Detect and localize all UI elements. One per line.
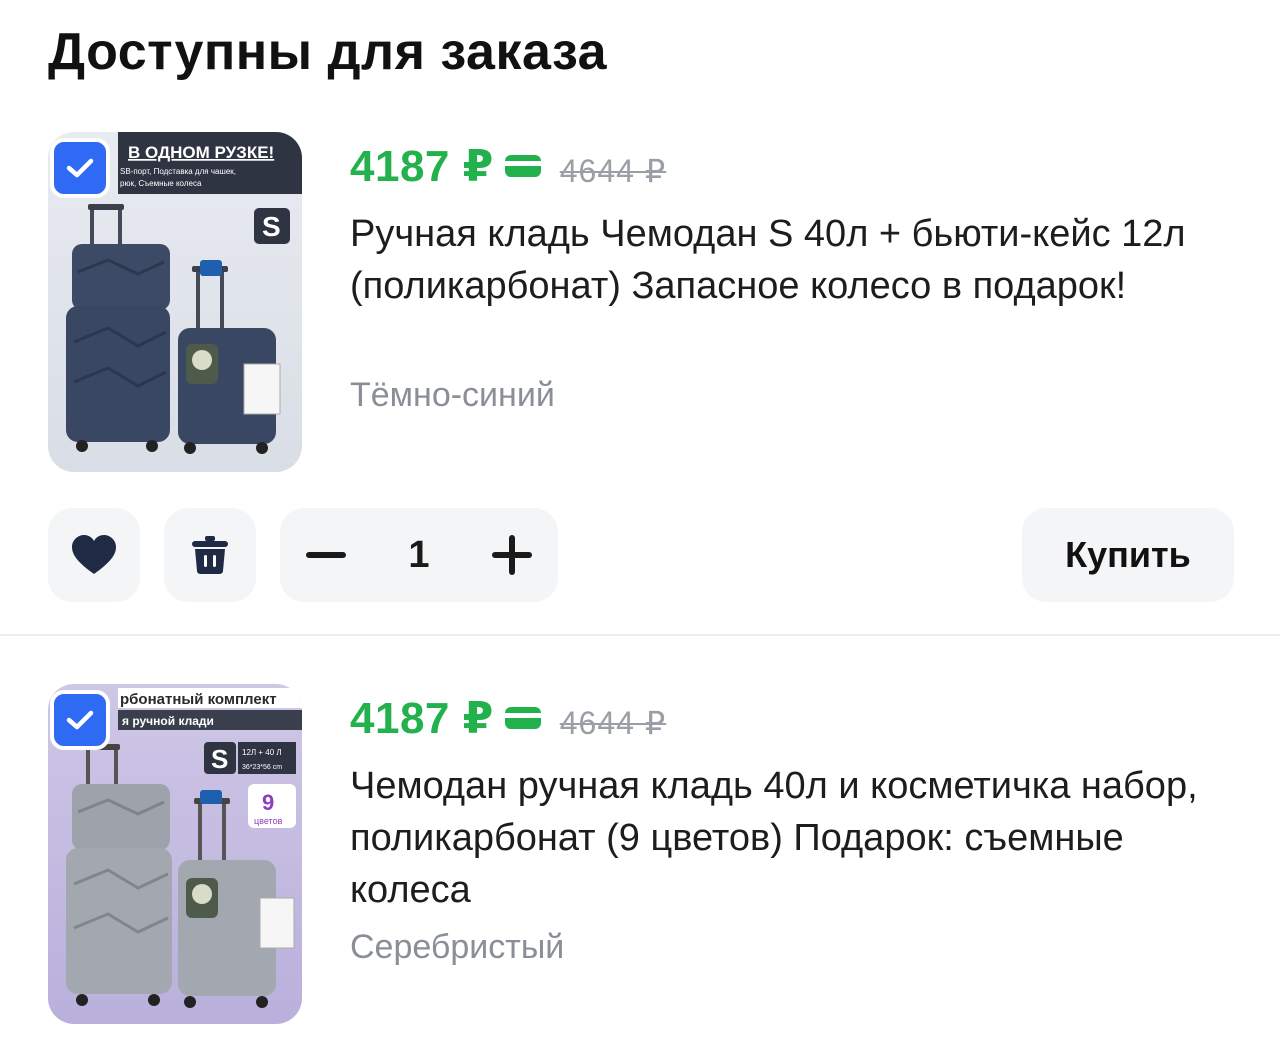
favorite-button[interactable] xyxy=(48,508,140,602)
select-checkbox[interactable] xyxy=(50,690,110,750)
price: 4187 ₽ xyxy=(350,141,494,191)
product-name[interactable]: Ручная кладь Чемодан S 40л + бьюти-кейс … xyxy=(350,208,1230,312)
image-colors-count: 9 xyxy=(262,790,274,815)
item-actions: 1 Купить xyxy=(0,508,1280,602)
checkmark-icon xyxy=(66,710,94,730)
price-row: 4187 ₽ 4644 ₽ xyxy=(350,140,666,192)
image-colors-word: цветов xyxy=(254,816,283,826)
plus-icon[interactable] xyxy=(491,535,532,575)
quantity-value: 1 xyxy=(408,533,430,576)
trash-icon xyxy=(192,536,228,574)
product-name[interactable]: Чемодан ручная кладь 40л и косметичка на… xyxy=(350,760,1230,916)
image-banner-title: В ОДНОМ РУЗКЕ! xyxy=(128,143,274,162)
product-color: Тёмно-синий xyxy=(350,376,555,414)
page-title: Доступны для заказа xyxy=(48,23,608,81)
divider xyxy=(0,634,1280,636)
old-price: 4644 ₽ xyxy=(559,153,667,189)
select-checkbox[interactable] xyxy=(50,138,110,198)
image-size-info: 12Л + 40 Л xyxy=(242,748,282,757)
image-banner-line: я ручной клади xyxy=(122,714,214,728)
image-size-badge: S xyxy=(262,211,281,242)
minus-icon[interactable] xyxy=(306,551,346,559)
old-price: 4644 ₽ xyxy=(559,705,667,741)
image-size-info: 36*23*56 cm xyxy=(242,764,282,771)
image-banner-line: рюк, Съемные колеса xyxy=(120,179,202,188)
product-color: Серебристый xyxy=(350,928,565,966)
image-banner-line: SB-порт, Подставка для чашек, xyxy=(120,167,236,176)
delete-button[interactable] xyxy=(164,508,256,602)
image-size-badge: S xyxy=(211,744,228,774)
image-banner-title: рбонатный комплект xyxy=(120,691,277,708)
card-payment-icon xyxy=(504,155,541,177)
price-row: 4187 ₽ 4644 ₽ xyxy=(350,692,666,744)
heart-icon xyxy=(72,535,116,574)
cart-item: рбонатный комплект я ручной клади S 12Л … xyxy=(0,684,1280,1059)
buy-button[interactable]: Купить xyxy=(1022,508,1234,602)
price: 4187 ₽ xyxy=(350,693,494,743)
cart-item: В ОДНОМ РУЗКЕ! SB-порт, Подставка для ча… xyxy=(0,132,1280,632)
checkmark-icon xyxy=(66,158,94,178)
card-payment-icon xyxy=(504,707,541,729)
quantity-stepper: 1 xyxy=(280,508,558,602)
